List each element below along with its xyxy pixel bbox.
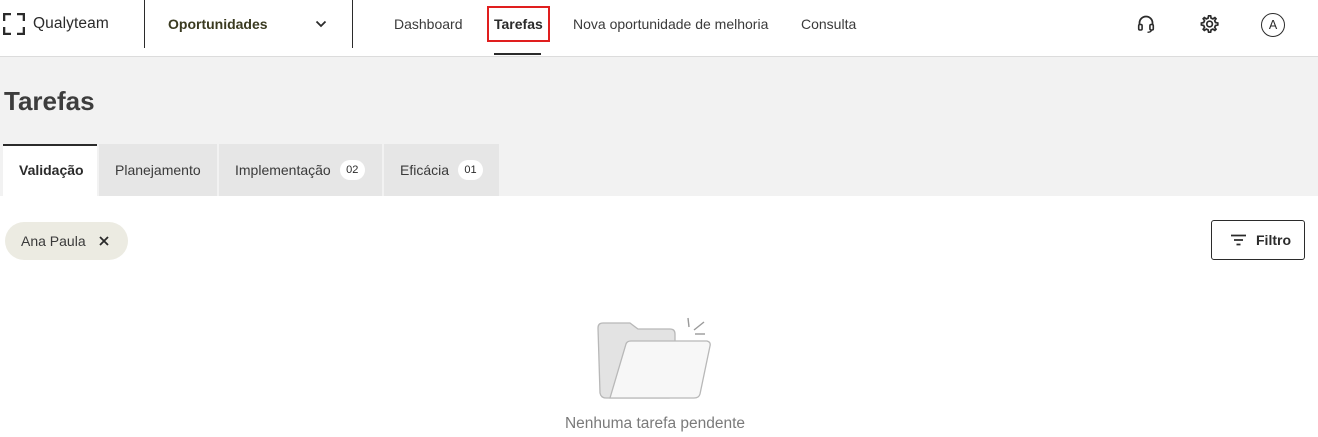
brand-logo[interactable]: Qualyteam	[3, 13, 109, 35]
active-nav-indicator	[494, 53, 541, 55]
page-title: Tarefas	[4, 86, 95, 116]
page-header: Tarefas Validação Planejamento Implement…	[0, 57, 1318, 196]
filter-button[interactable]: Filtro	[1211, 220, 1305, 260]
module-select-label: Oportunidades	[168, 16, 268, 32]
tab-label: Planejamento	[115, 162, 201, 178]
nav-dashboard[interactable]: Dashboard	[394, 0, 463, 48]
filter-chip: Ana Paula	[5, 222, 128, 260]
highlight-box	[487, 6, 550, 42]
tab-validacao[interactable]: Validação	[3, 144, 97, 196]
module-select[interactable]: Oportunidades	[146, 0, 352, 48]
filter-chip-label: Ana Paula	[21, 233, 86, 249]
count-badge: 01	[458, 160, 484, 180]
settings-button[interactable]	[1197, 12, 1221, 36]
chevron-down-icon	[315, 20, 327, 28]
tab-eficacia[interactable]: Eficácia 01	[384, 144, 499, 196]
nav-consulta[interactable]: Consulta	[801, 0, 856, 48]
filter-icon	[1231, 234, 1246, 246]
brand-name: Qualyteam	[33, 15, 109, 32]
tab-label: Eficácia	[400, 162, 450, 178]
empty-state-message: Nenhuma tarefa pendente	[564, 415, 746, 432]
filter-button-label: Filtro	[1256, 232, 1291, 248]
support-button[interactable]	[1134, 12, 1158, 36]
top-navigation-bar: Qualyteam Oportunidades Dashboard Tarefa…	[0, 0, 1318, 57]
count-badge: 02	[339, 160, 365, 180]
tab-implementacao[interactable]: Implementação 02	[219, 144, 382, 196]
divider	[144, 0, 145, 48]
nav-nova-oportunidade[interactable]: Nova oportunidade de melhoria	[573, 0, 768, 48]
close-icon	[98, 236, 109, 246]
qualyteam-logo-icon	[3, 13, 25, 35]
empty-folder-icon	[597, 317, 711, 399]
headset-icon	[1137, 15, 1155, 33]
tab-planejamento[interactable]: Planejamento	[99, 144, 217, 196]
tab-label: Validação	[19, 162, 84, 178]
divider	[352, 0, 353, 48]
tab-label: Implementação	[235, 162, 331, 178]
user-avatar[interactable]: A	[1261, 13, 1285, 37]
remove-filter-button[interactable]	[96, 233, 112, 249]
gear-icon	[1200, 14, 1219, 34]
